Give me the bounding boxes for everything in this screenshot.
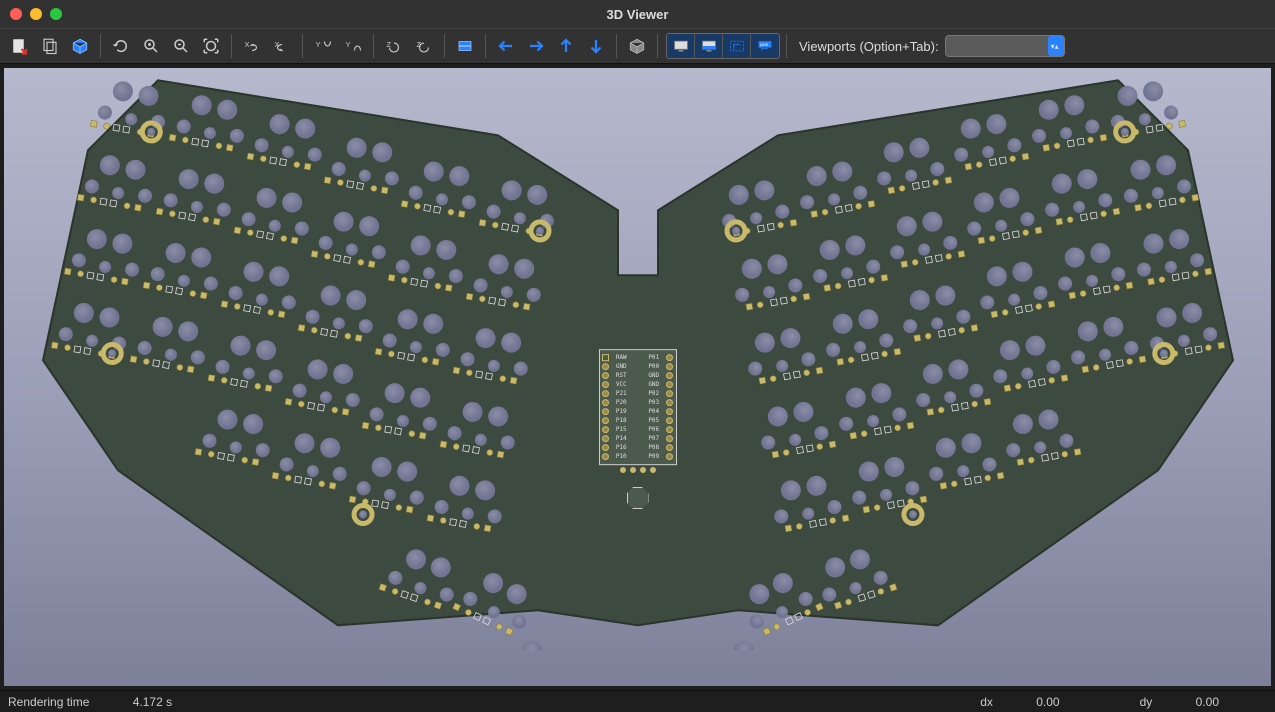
svg-text:X: X [245,40,250,49]
app-window: 3D Viewer X X [0,0,1275,712]
mcu-pin-row: P19P04 [602,408,674,415]
render-time: Rendering time 4.172 s [8,695,212,709]
status-bar: Rendering time 4.172 s dx 0.00 dy 0.00 [0,690,1275,712]
svg-text:Y: Y [316,40,321,49]
mcu-aux-pads [620,467,656,473]
svg-text:Z: Z [387,40,392,49]
mcu-pin-row: P14P07 [602,435,674,442]
window-title: 3D Viewer [0,7,1275,22]
mcu-pin-row: P16P08 [602,444,674,451]
mcu-pin-row: P10P09 [602,453,674,460]
mcu-pin-row: P18P05 [602,417,674,424]
mcu-pin-row: RSTGND [602,372,674,379]
mcu-pin-row: VCCGND [602,381,674,388]
titlebar: 3D Viewer [0,0,1275,28]
window-controls [10,8,62,20]
mcu-pin-row: RAWP01 [602,354,674,361]
dx-readout: dx 0.00 [980,695,1099,709]
svg-text:Y: Y [346,40,351,49]
dy-readout: dy 0.00 [1140,695,1259,709]
mcu-pin-row: GNDP00 [602,363,674,370]
minimize-button[interactable] [30,8,42,20]
svg-text:pos: pos [760,43,768,48]
mcu-footprint: RAWP01 GNDP00 RSTGND VCCGND P21P02 P20P03 P19P… [599,349,677,465]
maximize-button[interactable] [50,8,62,20]
viewport-3d[interactable]: RAWP01 GNDP00 RSTGND VCCGND P21P02 P20P03 P19P… [4,68,1271,686]
reload-icon [11,37,29,55]
mcu-pin-row: P20P03 [602,399,674,406]
mcu-pin-row: P15P06 [602,426,674,433]
mcu-pin-row: P21P02 [602,390,674,397]
close-button[interactable] [10,8,22,20]
